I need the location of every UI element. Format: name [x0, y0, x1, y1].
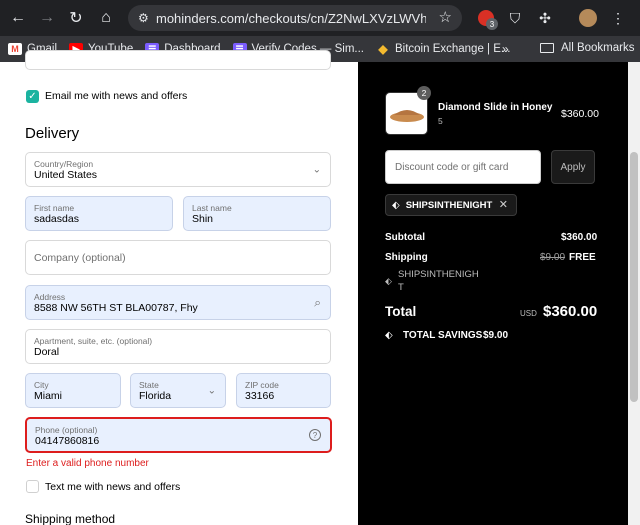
text-offers-label: Text me with news and offers	[45, 481, 181, 493]
address-bar[interactable]: ⚙ mohinders.com/checkouts/cn/Z2NwLXVzLWV…	[128, 5, 462, 31]
bookmarks-overflow-icon[interactable]: »	[502, 42, 509, 56]
shield-icon[interactable]: ⛉	[503, 6, 527, 30]
search-icon: ⌕	[314, 295, 321, 309]
city-label: City	[34, 380, 49, 390]
apply-button[interactable]: Apply	[551, 150, 595, 184]
first-name-field[interactable]: First name sadasdas	[25, 196, 173, 231]
chevron-down-icon: ⌄	[207, 385, 216, 396]
back-icon[interactable]: ←	[4, 4, 32, 32]
scrollbar-thumb[interactable]	[630, 152, 638, 402]
browser-toolbar: ← → ↻ ⌂ ⚙ mohinders.com/checkouts/cn/Z2N…	[0, 0, 640, 36]
home-icon[interactable]: ⌂	[92, 4, 120, 32]
all-bookmarks[interactable]: All Bookmarks	[540, 42, 635, 54]
bookmark-bitcoin-exchange[interactable]: ◆ Bitcoin Exchange | E...	[376, 42, 511, 56]
folder-icon	[540, 43, 554, 53]
phone-label: Phone (optional)	[35, 425, 98, 435]
delivery-heading: Delivery	[25, 125, 80, 142]
country-select[interactable]: Country/Region United States ⌄	[25, 152, 331, 187]
tag-icon: ⬖	[392, 199, 400, 211]
first-name-label: First name	[34, 203, 75, 213]
extension-icon[interactable]: 3	[474, 6, 498, 30]
shipping-value: FREE	[569, 252, 596, 263]
phone-field[interactable]: Phone (optional) 04147860816 ?	[25, 417, 332, 453]
total-currency: USD	[520, 309, 537, 318]
state-label: State	[139, 380, 159, 390]
subtotal-value: $360.00	[561, 232, 598, 243]
profile-avatar[interactable]	[576, 6, 600, 30]
tag-icon: ⬖	[385, 276, 392, 286]
apartment-value: Doral	[34, 346, 60, 358]
applied-discount-tag: ⬖ SHIPSINTHENIGHT ✕	[385, 194, 517, 216]
discount-placeholder: Discount code or gift card	[395, 162, 509, 173]
gmail-icon: M	[8, 43, 22, 55]
shipping-discount-code: SHIPSINTHENIGH	[398, 269, 479, 280]
last-name-value: Shin	[192, 213, 214, 225]
page-scrollbar[interactable]	[628, 62, 640, 525]
shipping-method-heading: Shipping method	[25, 512, 116, 525]
phone-error-message: Enter a valid phone number	[26, 458, 149, 469]
product-name: Diamond Slide in Honey	[438, 102, 553, 113]
quantity-badge: 2	[417, 86, 431, 100]
city-field[interactable]: City Miami	[25, 373, 121, 408]
company-field[interactable]: Company (optional)	[25, 240, 331, 275]
remove-code-icon[interactable]: ✕	[499, 198, 508, 211]
zip-value: 33166	[245, 390, 275, 402]
address-field[interactable]: Address 8588 NW 56TH ST BLA00787, Fhy ⌕	[25, 285, 331, 320]
url-text[interactable]: mohinders.com/checkouts/cn/Z2NwLXVzLWVhc…	[156, 11, 426, 26]
apartment-label: Apartment, suite, etc. (optional)	[34, 336, 153, 346]
city-value: Miami	[34, 390, 62, 402]
extensions-puzzle-icon[interactable]: ✣	[533, 6, 557, 30]
total-label: Total	[385, 304, 417, 319]
discount-input[interactable]: Discount code or gift card	[385, 150, 541, 184]
email-offers-checkbox[interactable]: ✓	[26, 90, 39, 103]
zip-label: ZIP code	[245, 380, 279, 390]
company-placeholder: Company (optional)	[34, 251, 126, 264]
forward-icon[interactable]: →	[33, 4, 61, 32]
shipping-label: Shipping	[385, 252, 428, 263]
subtotal-label: Subtotal	[385, 232, 425, 243]
bookmark-star-icon[interactable]: ☆	[439, 8, 452, 26]
checkout-form: ✓ Email me with news and offers Delivery…	[0, 50, 358, 525]
savings-tag-icon: ⬖	[385, 330, 393, 341]
total-savings-label: TOTAL SAVINGS	[403, 330, 483, 341]
text-offers-checkbox[interactable]	[26, 480, 39, 493]
last-name-field[interactable]: Last name Shin	[183, 196, 331, 231]
checkout-page: ✓ Email me with news and offers Delivery…	[0, 50, 640, 525]
help-icon[interactable]: ?	[309, 429, 321, 441]
shipping-original-price: $9.00	[540, 252, 566, 263]
bookmark-label: Bitcoin Exchange | E...	[394, 43, 511, 55]
site-info-icon[interactable]: ⚙	[138, 11, 156, 25]
all-bookmarks-label: All Bookmarks	[561, 42, 635, 54]
applied-code: SHIPSINTHENIGHT	[405, 199, 493, 211]
chevron-down-icon: ⌄	[312, 164, 321, 175]
last-name-label: Last name	[192, 203, 232, 213]
phone-value: 04147860816	[35, 435, 100, 447]
menu-kebab-icon[interactable]: ⋮	[606, 6, 630, 30]
total-savings-value: $9.00	[483, 330, 509, 341]
address-label: Address	[34, 292, 66, 302]
shipping-discount-code-wrap: T	[398, 282, 404, 293]
product-variant: 5	[438, 116, 443, 126]
email-field[interactable]	[25, 50, 331, 70]
order-summary: 2 Diamond Slide in Honey 5 $360.00 Disco…	[358, 62, 628, 525]
extension-badge: 3	[486, 18, 498, 30]
country-value: United States	[34, 169, 98, 181]
product-price: $360.00	[561, 108, 599, 120]
email-offers-label: Email me with news and offers	[45, 90, 188, 102]
country-label: Country/Region	[34, 159, 94, 169]
state-select[interactable]: State Florida ⌄	[130, 373, 226, 408]
binance-icon: ◆	[378, 42, 388, 56]
first-name-value: sadasdas	[34, 213, 79, 225]
total-value: $360.00	[543, 303, 598, 320]
address-value: 8588 NW 56TH ST BLA00787, Fhy	[34, 302, 198, 314]
zip-field[interactable]: ZIP code 33166	[236, 373, 331, 408]
apartment-field[interactable]: Apartment, suite, etc. (optional) Doral	[25, 329, 331, 364]
state-value: Florida	[139, 390, 172, 402]
reload-icon[interactable]: ↻	[62, 4, 90, 32]
